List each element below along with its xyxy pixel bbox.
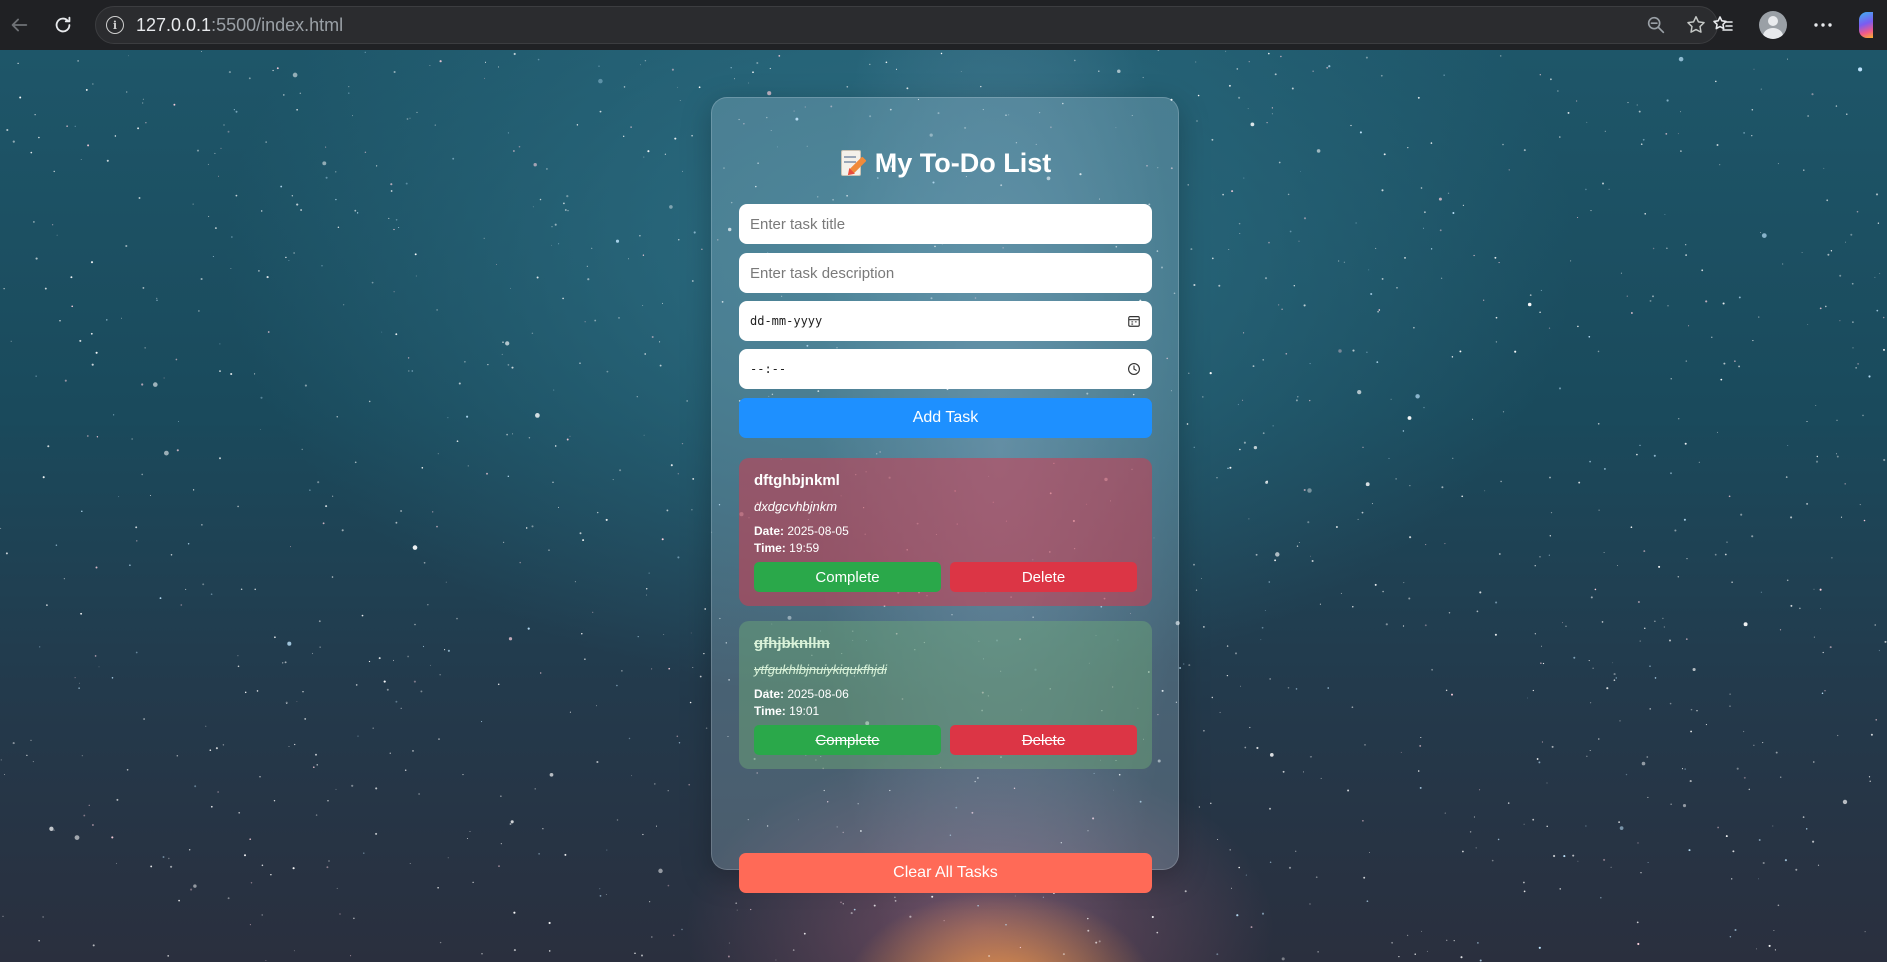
site-info-icon[interactable]: i (106, 16, 124, 34)
task-meta: Date: 2025-08-06 Time: 19:01 (754, 686, 1137, 720)
task-title: gfhjbknllm (754, 635, 830, 652)
copilot-icon[interactable] (1859, 12, 1873, 38)
page-background: My To-Do List dd-mm-yyyy --:-- Add Task … (0, 50, 1887, 962)
more-menu-icon[interactable] (1811, 13, 1835, 37)
browser-toolbar: i 127.0.0.1:5500/index.html (0, 0, 1887, 50)
time-label: Time: (754, 541, 786, 555)
task-time-row: Time: 19:59 (754, 540, 1137, 557)
task-date: 2025-08-05 (787, 524, 849, 538)
date-placeholder: dd-mm-yyyy (750, 314, 823, 328)
page-title: My To-Do List (712, 148, 1180, 179)
date-label: Date: (754, 524, 785, 538)
url-host: 127.0.0.1 (136, 14, 212, 35)
task-time: 19:01 (789, 704, 820, 718)
task-description: dxdgcvhbjnkm (754, 499, 838, 514)
clock-icon[interactable] (1127, 362, 1141, 376)
task-date-row: Date: 2025-08-05 (754, 523, 1137, 540)
task-time-input[interactable]: --:-- (739, 349, 1152, 389)
url-text: 127.0.0.1:5500/index.html (136, 15, 343, 36)
back-button[interactable] (6, 12, 32, 38)
task-title: dftghbjnkml (754, 472, 840, 489)
clear-all-tasks-button[interactable]: Clear All Tasks (739, 853, 1152, 893)
task-title-input[interactable] (739, 204, 1152, 244)
reload-button[interactable] (50, 12, 76, 38)
task-date: 2025-08-06 (787, 687, 849, 701)
arrow-left-icon (11, 18, 28, 32)
complete-button[interactable]: Complete (754, 562, 941, 592)
task-description-input[interactable] (739, 253, 1152, 293)
delete-button[interactable]: Delete (950, 562, 1137, 592)
time-placeholder: --:-- (750, 362, 787, 376)
date-label: Date: (754, 687, 785, 701)
task-date-row: Date: 2025-08-06 (754, 686, 1137, 703)
task-time: 19:59 (789, 541, 820, 555)
task-item-completed: gfhjbknllm ytfgukhlbjnuiykiqukfhjdi Date… (739, 621, 1152, 769)
task-date-input[interactable]: dd-mm-yyyy (739, 301, 1152, 341)
todo-card: My To-Do List dd-mm-yyyy --:-- Add Task … (711, 97, 1180, 893)
profile-avatar[interactable] (1759, 11, 1787, 39)
memo-icon (840, 149, 867, 178)
task-meta: Date: 2025-08-05 Time: 19:59 (754, 523, 1137, 557)
task-description: ytfgukhlbjnuiykiqukfhjdi (754, 662, 887, 677)
title-text: My To-Do List (874, 148, 1052, 178)
favorites-icon[interactable] (1711, 13, 1735, 37)
add-task-button[interactable]: Add Task (739, 398, 1152, 438)
delete-button[interactable]: Delete (950, 725, 1137, 755)
time-label: Time: (754, 704, 786, 718)
url-path: :5500/index.html (211, 14, 344, 35)
complete-button[interactable]: Complete (754, 725, 941, 755)
address-bar[interactable]: i 127.0.0.1:5500/index.html (95, 6, 1718, 44)
task-item: dftghbjnkml dxdgcvhbjnkm Date: 2025-08-0… (739, 458, 1152, 606)
reload-icon (55, 16, 71, 33)
zoom-out-icon[interactable] (1645, 14, 1667, 36)
star-icon[interactable] (1685, 14, 1707, 36)
calendar-icon[interactable] (1127, 314, 1141, 328)
task-time-row: Time: 19:01 (754, 703, 1137, 720)
